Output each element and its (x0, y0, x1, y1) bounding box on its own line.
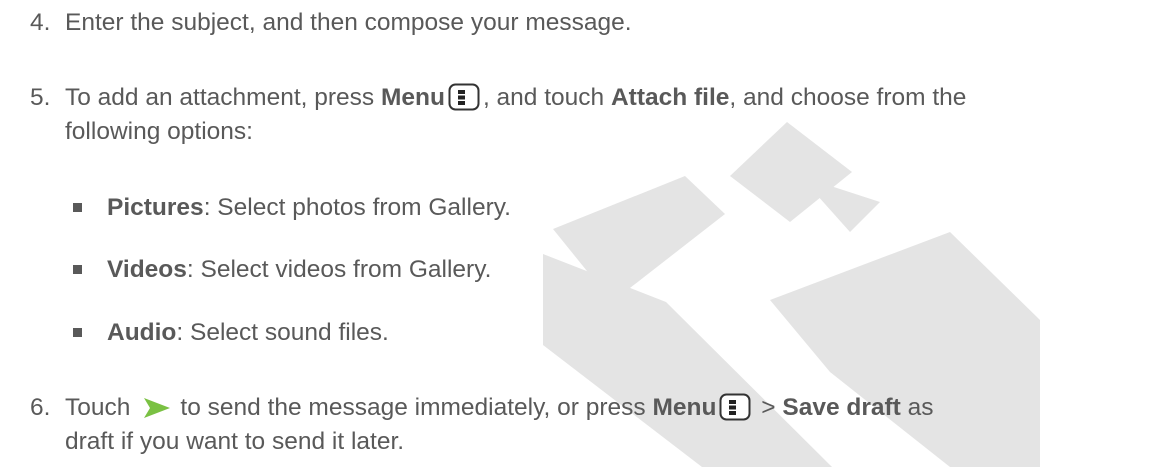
send-icon (144, 398, 171, 418)
instructions: 4. Enter the subject, and then compose y… (30, 9, 967, 455)
step-number: 5. (30, 84, 51, 111)
step-5-continued: following options: (65, 118, 253, 145)
step-text: To add an attachment, press Menu, and to… (65, 83, 967, 111)
bullet (73, 203, 82, 212)
step-text: Touch to send the message immediately, or… (65, 393, 934, 421)
bullet (73, 328, 82, 337)
menu-icon (448, 83, 480, 111)
step-text: Enter the subject, and then compose your… (65, 9, 632, 36)
step-number: 4. (30, 9, 51, 36)
step-number: 6. (30, 394, 51, 421)
menu-icon (719, 393, 751, 421)
bullet (73, 265, 82, 274)
step-6-continued: draft if you want to send it later. (65, 428, 405, 455)
